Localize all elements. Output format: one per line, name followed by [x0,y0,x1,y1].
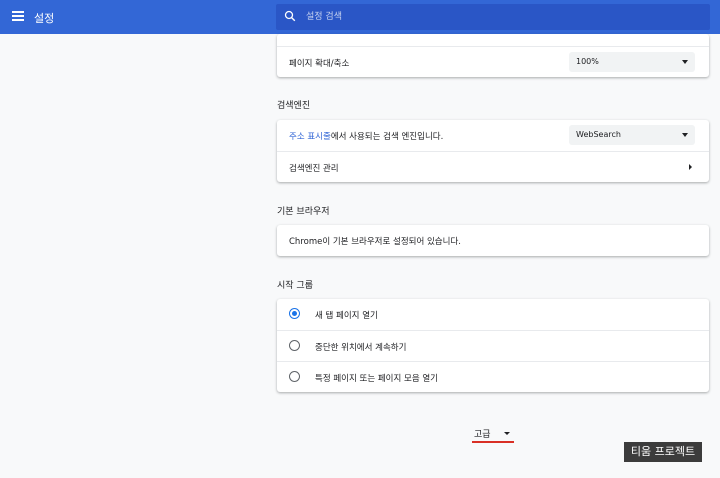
dropdown-arrow-icon [682,60,688,64]
chevron-right-icon [689,164,692,170]
search-engine-description: 주소 표시줄에서 사용되는 검색 엔진입니다. [289,130,443,142]
search-engine-card: 주소 표시줄에서 사용되는 검색 엔진입니다. WebSearch 검색엔진 관… [277,120,709,182]
startup-option-specific-pages[interactable]: 특정 페이지 또는 페이지 모음 열기 [277,361,709,392]
radio-button-selected[interactable] [289,308,300,319]
search-input[interactable] [306,8,686,26]
page-zoom-select[interactable]: 100% [569,52,695,72]
default-browser-row: Chrome이 기본 브라우저로 설정되어 있습니다. [277,225,709,256]
startup-card: 새 탭 페이지 열기 중단한 위치에서 계속하기 특정 페이지 또는 페이지 모… [277,299,709,392]
advanced-toggle-button[interactable]: 고급 [472,424,514,444]
red-underline-annotation [472,441,514,443]
appearance-card: 페이지 확대/축소 100% [277,34,709,77]
default-browser-status: Chrome이 기본 브라우저로 설정되어 있습니다. [289,237,461,247]
startup-option-label: 특정 페이지 또는 페이지 모음 열기 [315,374,438,384]
page-zoom-row: 페이지 확대/축소 100% [277,46,709,77]
search-box[interactable] [276,4,710,30]
default-browser-card: Chrome이 기본 브라우저로 설정되어 있습니다. [277,225,709,256]
search-engine-select[interactable]: WebSearch [569,125,695,145]
search-engine-description-text: 에서 사용되는 검색 엔진입니다. [330,132,444,142]
radio-button[interactable] [289,340,300,351]
hamburger-menu-icon[interactable] [12,11,26,23]
top-bar: 설정 [0,0,720,34]
default-browser-heading: 기본 브라우저 [277,207,330,217]
page-zoom-label: 페이지 확대/축소 [289,59,350,69]
search-engine-row: 주소 표시줄에서 사용되는 검색 엔진입니다. WebSearch [277,120,709,151]
startup-option-label: 중단한 위치에서 계속하기 [315,343,407,353]
startup-option-new-tab[interactable]: 새 탭 페이지 열기 [277,299,709,330]
search-engine-heading: 검색엔진 [277,101,311,111]
search-icon [284,10,296,22]
watermark-label: 티움 프로젝트 [624,442,702,462]
search-engine-value: WebSearch [576,130,621,139]
startup-option-continue[interactable]: 중단한 위치에서 계속하기 [277,330,709,361]
startup-option-label: 새 탭 페이지 열기 [315,311,378,321]
scrolled-row [277,34,709,46]
address-bar-link[interactable]: 주소 표시줄 [289,132,331,142]
manage-search-engines-label: 검색엔진 관리 [289,164,339,174]
startup-heading: 시작 그룹 [277,281,313,291]
manage-search-engines-row[interactable]: 검색엔진 관리 [277,151,709,182]
page-zoom-value: 100% [576,57,599,66]
advanced-label: 고급 [474,430,491,440]
radio-button[interactable] [289,371,300,382]
page-title: 설정 [34,12,55,25]
chevron-down-icon [504,432,510,435]
dropdown-arrow-icon [682,133,688,137]
